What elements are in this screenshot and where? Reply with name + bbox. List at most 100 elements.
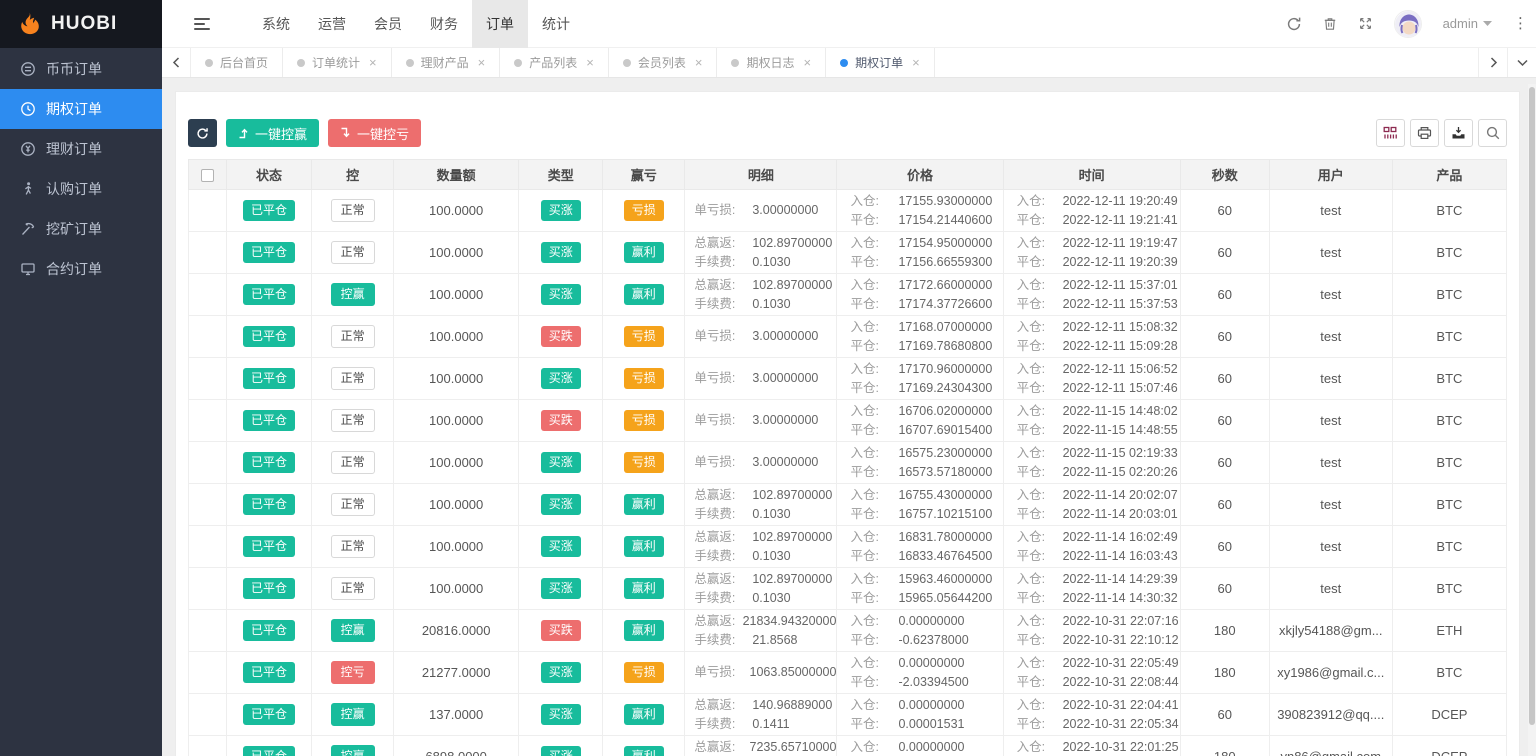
control-button[interactable]: 正常 — [330, 324, 375, 349]
time-cell: 入仓: 2022-12-11 15:08:32 平仓: 2022-12-11 15:0… — [1002, 315, 1181, 358]
detail-cell: 单亏损: 1063.85000000 — [684, 651, 838, 694]
control-button[interactable]: 正常 — [330, 366, 375, 391]
col-user: 用户 — [1268, 159, 1393, 190]
force-win-all-button[interactable]: 一键控赢 — [226, 119, 320, 147]
force-lose-all-button[interactable]: 一键控亏 — [328, 119, 422, 147]
amount-cell: 21277.0000 — [393, 651, 520, 694]
close-icon[interactable]: × — [912, 55, 920, 70]
user-cell: test — [1268, 399, 1393, 442]
seconds-cell: 60 — [1179, 525, 1270, 568]
nav-item-operation[interactable]: 运营 — [304, 0, 360, 48]
tab-order-stats[interactable]: 订单统计 × — [283, 48, 392, 77]
control-button[interactable]: 正常 — [330, 240, 375, 265]
refresh-table-button[interactable] — [188, 119, 217, 147]
tab-option-logs[interactable]: 期权日志 × — [717, 48, 827, 77]
control-button[interactable]: 控赢 — [330, 618, 375, 643]
row-select-cell — [187, 357, 228, 400]
seconds-cell: 60 — [1179, 273, 1270, 316]
sidebar-item-coin-orders[interactable]: 币币订单 — [0, 49, 162, 89]
person-icon — [19, 181, 36, 198]
price-cell: 入仓: 16755.43000000 平仓: 16757.10215100 — [836, 483, 1004, 526]
close-icon[interactable]: × — [369, 55, 377, 70]
nav-item-system[interactable]: 系统 — [248, 0, 304, 48]
tabs-menu-chevron-down-icon[interactable] — [1507, 48, 1536, 77]
control-button[interactable]: 正常 — [330, 576, 375, 601]
user-cell: test — [1268, 567, 1393, 610]
tab-wealth-products[interactable]: 理财产品 × — [392, 48, 501, 77]
result-badge: 赢利 — [623, 619, 664, 642]
control-button[interactable]: 控赢 — [330, 744, 375, 756]
scrollbar-thumb[interactable] — [1529, 87, 1535, 725]
close-icon[interactable]: × — [695, 55, 703, 70]
sidebar-item-mining-orders[interactable]: 挖矿订单 — [0, 209, 162, 249]
nav-item-finance[interactable]: 财务 — [416, 0, 472, 48]
result-badge: 赢利 — [623, 493, 664, 516]
export-icon[interactable] — [1444, 119, 1473, 147]
row-select-cell — [187, 693, 228, 736]
status-badge: 已平仓 — [243, 577, 296, 600]
amount-cell: 100.0000 — [393, 441, 520, 484]
type-badge: 买涨 — [540, 703, 581, 726]
col-type: 类型 — [518, 159, 604, 190]
price-cell: 入仓: 16831.78000000 平仓: 16833.46764500 — [836, 525, 1004, 568]
expand-icon[interactable] — [1358, 16, 1373, 31]
user-cell: test — [1268, 273, 1393, 316]
sidebar-item-contract-orders[interactable]: 合约订单 — [0, 249, 162, 289]
status-badge: 已平仓 — [243, 619, 296, 642]
tab-product-list[interactable]: 产品列表 × — [500, 48, 609, 77]
control-button[interactable]: 控赢 — [330, 702, 375, 727]
select-all-checkbox[interactable] — [201, 169, 214, 183]
table-row: 已平仓 正常 100.0000 买涨 亏损 单亏损: 3.00000000 入仓: 16575.… — [187, 441, 1508, 484]
sidebar-nav: 币币订单 期权订单 理财订单 认购订单 挖矿订单 合约订单 — [0, 48, 162, 289]
sidebar-item-option-orders[interactable]: 期权订单 — [0, 89, 162, 129]
close-icon[interactable]: × — [803, 55, 811, 70]
tabs-scroll-left-icon[interactable] — [162, 48, 191, 77]
amount-cell: 100.0000 — [393, 483, 520, 526]
refresh-icon[interactable] — [1286, 16, 1302, 32]
nav-item-order[interactable]: 订单 — [472, 0, 528, 48]
sidebar-item-wealth-orders[interactable]: 理财订单 — [0, 129, 162, 169]
trash-icon[interactable] — [1323, 16, 1337, 31]
avatar[interactable] — [1393, 9, 1422, 38]
columns-icon[interactable] — [1376, 119, 1405, 147]
product-cell: BTC — [1391, 483, 1508, 526]
type-badge: 买涨 — [540, 577, 581, 600]
nav-item-stats[interactable]: 统计 — [528, 0, 584, 48]
amount-cell: 100.0000 — [393, 567, 520, 610]
tabs-scroll-right-icon[interactable] — [1478, 48, 1507, 77]
seconds-cell: 60 — [1179, 567, 1270, 610]
dots-vertical-icon[interactable]: ⋮ — [1513, 16, 1528, 31]
price-cell: 入仓: 17170.96000000 平仓: 17169.24304300 — [836, 357, 1004, 400]
user-cell: test — [1268, 483, 1393, 526]
control-button[interactable]: 控亏 — [330, 660, 375, 685]
row-select-cell — [187, 231, 228, 274]
control-button[interactable]: 正常 — [330, 198, 375, 223]
tab-home[interactable]: 后台首页 — [191, 48, 284, 77]
control-button[interactable]: 正常 — [330, 492, 375, 517]
table-row: 已平仓 正常 100.0000 买跌 亏损 单亏损: 3.00000000 入仓: 16706.… — [187, 399, 1508, 442]
control-button[interactable]: 正常 — [330, 450, 375, 475]
control-button[interactable]: 正常 — [330, 408, 375, 433]
tab-member-list[interactable]: 会员列表 × — [609, 48, 718, 77]
col-winloss: 赢亏 — [602, 159, 686, 190]
control-button[interactable]: 控赢 — [330, 282, 375, 307]
type-badge: 买涨 — [540, 199, 581, 222]
control-button[interactable]: 正常 — [330, 534, 375, 559]
search-icon[interactable] — [1478, 119, 1507, 147]
status-badge: 已平仓 — [243, 493, 296, 516]
type-badge: 买涨 — [540, 535, 581, 558]
user-menu[interactable]: admin — [1443, 16, 1492, 31]
product-cell: BTC — [1391, 357, 1508, 400]
price-cell: 入仓: 0.00000000 平仓: -0.62378000 — [836, 609, 1004, 652]
status-badge: 已平仓 — [243, 745, 296, 756]
tab-option-orders[interactable]: 期权订单 × — [826, 48, 935, 77]
close-icon[interactable]: × — [478, 55, 486, 70]
print-icon[interactable] — [1410, 119, 1439, 147]
close-icon[interactable]: × — [586, 55, 594, 70]
nav-item-member[interactable]: 会员 — [360, 0, 416, 48]
top-header: 系统 运营 会员 财务 订单 统计 admin ⋮ — [162, 0, 1536, 48]
orders-card: 一键控赢 一键控亏 状态 控 数量额 类型 赢亏 明细 价格 时间 秒数 用户 … — [175, 91, 1520, 756]
sidebar-item-subscribe-orders[interactable]: 认购订单 — [0, 169, 162, 209]
sidebar-toggle-icon[interactable] — [162, 0, 226, 48]
brand-logo[interactable]: HUOBI — [0, 0, 162, 48]
